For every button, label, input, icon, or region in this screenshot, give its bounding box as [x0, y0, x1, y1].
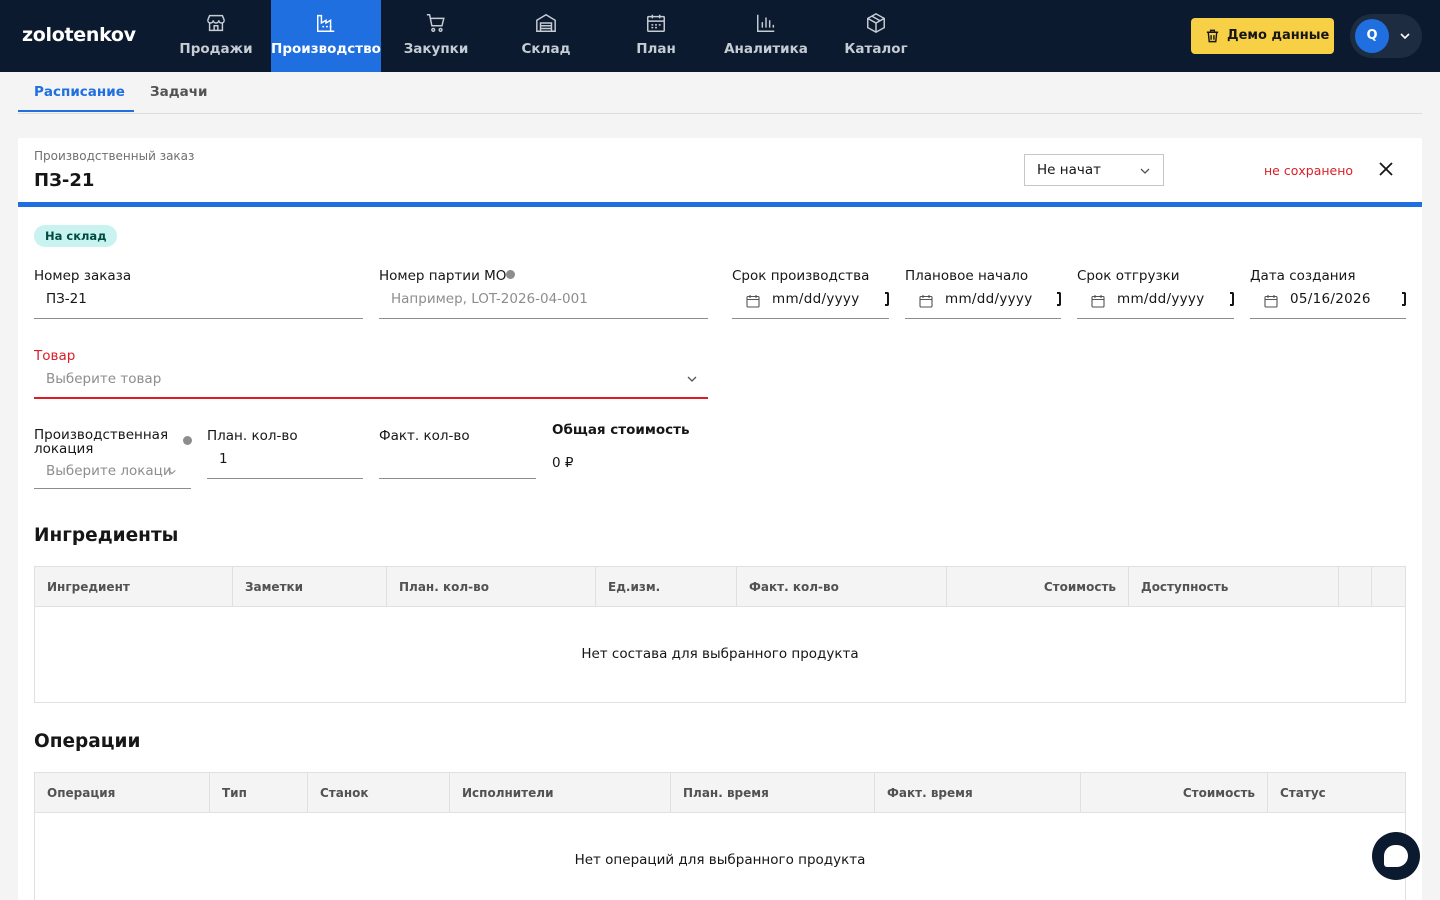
column-header[interactable]: Доступность [1129, 567, 1339, 607]
operations-title: Операции [34, 731, 141, 752]
date-picker-edge [1402, 292, 1406, 306]
ingredients-title: Ингредиенты [34, 525, 179, 546]
column-header[interactable]: Станок [308, 773, 450, 813]
nav-item-production[interactable]: Производство [271, 0, 381, 72]
page-title: ПЗ-21 [34, 170, 95, 191]
column-header[interactable]: План. время [671, 773, 875, 813]
column-header[interactable]: План. кол-во [387, 567, 596, 607]
chat-button[interactable] [1372, 832, 1420, 880]
date-picker-edge [1057, 292, 1061, 306]
column-header[interactable]: Операция [35, 773, 210, 813]
nav-item-catalog[interactable]: Каталог [821, 0, 931, 72]
sub-tabs: Расписание Задачи [18, 72, 1422, 114]
info-icon[interactable] [506, 270, 515, 279]
column-header [1372, 567, 1405, 607]
calendar-icon [647, 14, 665, 32]
nav-item-label: Склад [521, 41, 571, 57]
total-cost-label: Общая стоимость [552, 422, 690, 438]
chevron-down-icon [687, 376, 697, 382]
info-icon[interactable] [183, 436, 192, 445]
nav-item-plan[interactable]: План [601, 0, 711, 72]
table-header: Операция Тип Станок Исполнители План. вр… [35, 773, 1405, 813]
order-number-input[interactable]: ПЗ-21 [34, 279, 363, 319]
close-icon[interactable] [1378, 161, 1394, 177]
package-icon [867, 12, 885, 34]
calendar-icon [746, 295, 760, 308]
trash-icon [1206, 29, 1219, 43]
status-select[interactable]: Не начат [1024, 154, 1164, 186]
column-header[interactable]: Статус [1268, 773, 1405, 813]
total-cost-value: 0 ₽ [552, 455, 574, 471]
column-header [1339, 567, 1372, 607]
nav-item-label: Каталог [844, 41, 908, 57]
calendar-icon [919, 295, 933, 308]
production-deadline-input[interactable]: mm/dd/yyyy [732, 279, 889, 319]
empty-state: Нет состава для выбранного продукта [581, 646, 859, 662]
location-select[interactable]: Выберите локаци [34, 449, 191, 489]
operations-table: Операция Тип Станок Исполнители План. вр… [34, 772, 1406, 900]
bar-chart-icon [757, 14, 775, 32]
calendar-icon [1264, 295, 1278, 308]
nav-item-sales[interactable]: Продажи [161, 0, 271, 72]
column-header[interactable]: Тип [210, 773, 308, 813]
column-header[interactable]: Ед.изм. [596, 567, 737, 607]
chevron-down-icon [1140, 168, 1150, 174]
nav-item-label: Закупки [403, 41, 469, 57]
avatar: Q [1355, 19, 1389, 53]
nav-item-purchases[interactable]: Закупки [381, 0, 491, 72]
top-nav: zolotenkov Продажи Производство Закупки … [0, 0, 1440, 72]
nav-item-warehouse[interactable]: Склад [491, 0, 601, 72]
active-tab-indicator [18, 110, 134, 112]
chevron-down-icon [1400, 33, 1410, 40]
tab-schedule[interactable]: Расписание [34, 84, 125, 100]
table-header: Ингредиент Заметки План. кол-во Ед.изм. … [35, 567, 1405, 607]
batch-number-input[interactable]: Например, LOT-2026-04-001 [379, 279, 708, 319]
factory-icon [317, 14, 335, 32]
shipping-deadline-input[interactable]: mm/dd/yyyy [1077, 279, 1234, 319]
ingredients-table: Ингредиент Заметки План. кол-во Ед.изм. … [34, 566, 1406, 703]
calendar-icon [1091, 295, 1105, 308]
store-icon [207, 14, 225, 32]
product-select[interactable]: Выберите товар [34, 359, 708, 399]
chevron-down-icon [168, 469, 176, 475]
app-logo[interactable]: zolotenkov [22, 24, 136, 46]
column-header[interactable]: Стоимость [947, 567, 1129, 607]
column-header[interactable]: Исполнители [450, 773, 671, 813]
tab-tasks[interactable]: Задачи [150, 84, 207, 100]
nav-item-label: Аналитика [724, 41, 808, 57]
created-date-input[interactable]: 05/16/2026 [1250, 279, 1406, 319]
column-header[interactable]: Факт. время [875, 773, 1081, 813]
column-header[interactable]: Заметки [233, 567, 387, 607]
date-picker-edge [885, 292, 889, 306]
planned-start-input[interactable]: mm/dd/yyyy [905, 279, 1061, 319]
empty-state: Нет операций для выбранного продукта [574, 852, 866, 868]
date-picker-edge [1230, 292, 1234, 306]
chat-bubble-icon [1384, 845, 1408, 867]
header-divider [18, 202, 1422, 207]
nav-item-label: Производство [271, 41, 381, 57]
status-badge: На склад [34, 225, 118, 247]
nav-item-label: Продажи [179, 41, 253, 57]
cart-icon [426, 14, 445, 32]
demo-data-button[interactable]: Демо данные [1191, 18, 1334, 54]
nav-item-analytics[interactable]: Аналитика [711, 0, 821, 72]
warehouse-icon [536, 13, 556, 32]
column-header[interactable]: Ингредиент [35, 567, 233, 607]
planned-qty-input[interactable]: 1 [207, 439, 363, 479]
unsaved-status: не сохранено [1264, 163, 1354, 178]
column-header[interactable]: Факт. кол-во [737, 567, 947, 607]
production-order-card: Производственный заказ ПЗ-21 Не начат не… [18, 138, 1422, 900]
order-caption: Производственный заказ [34, 149, 195, 163]
user-menu[interactable]: Q [1350, 14, 1422, 58]
nav-item-label: План [636, 41, 676, 57]
actual-qty-input[interactable] [379, 439, 536, 479]
column-header[interactable]: Стоимость [1081, 773, 1268, 813]
